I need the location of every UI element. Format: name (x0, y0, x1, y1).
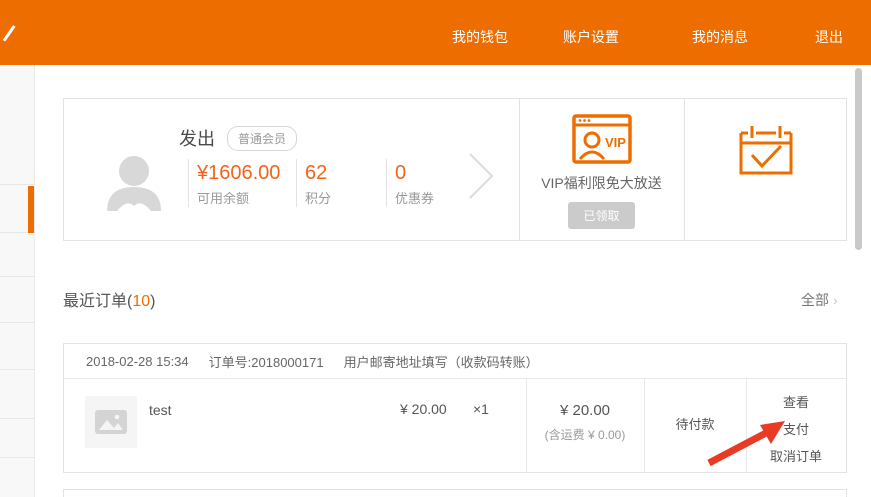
product-quantity: ×1 (473, 401, 489, 417)
recent-orders-title: 最近订单(10) (63, 287, 155, 311)
view-order-link[interactable]: 查看 (746, 392, 846, 411)
product-price: ¥ 20.00 (400, 401, 447, 417)
chevron-right-icon[interactable] (466, 151, 496, 206)
vip-caption: VIP福利限免大放送 (519, 173, 684, 193)
user-info-card: 发出 普通会员 ¥1606.00 可用余额 62 积分 0 优惠券 (63, 98, 847, 241)
view-all-orders-link[interactable]: 全部› (801, 290, 838, 310)
product-image-placeholder (85, 396, 137, 448)
sidebar-active-indicator (28, 186, 34, 233)
sidebar-item[interactable] (0, 370, 35, 419)
username: 发出 (179, 125, 215, 151)
vip-icon-text: VIP (605, 135, 626, 150)
sidebar (0, 65, 35, 497)
orders-count: 10 (132, 293, 150, 310)
stat-points[interactable]: 62 积分 (296, 159, 386, 207)
sidebar-item[interactable] (0, 65, 35, 185)
balance-label: 可用余额 (197, 188, 296, 207)
member-center-page: 我的钱包 账户设置 我的消息 退出 发出 普通会员 ¥1606.00 (0, 0, 871, 497)
nav-my-wallet[interactable]: 我的钱包 (452, 27, 508, 45)
order-header: 2018-02-28 15:34 订单号:2018000171 用户邮寄地址填写… (64, 344, 846, 379)
member-level-badge: 普通会员 (227, 126, 297, 151)
vip-browser-icon: VIP (519, 114, 684, 169)
calendar-check-icon[interactable] (684, 123, 848, 184)
stat-balance[interactable]: ¥1606.00 可用余额 (188, 159, 296, 207)
order-number: 订单号:2018000171 (209, 352, 324, 371)
chevron-right-icon: › (833, 292, 838, 308)
order-datetime: 2018-02-28 15:34 (86, 354, 189, 369)
order-card: 2018-02-28 15:34 订单号:2018000171 用户邮寄地址填写… (63, 343, 847, 473)
cancel-order-link[interactable]: 取消订单 (746, 446, 846, 465)
sidebar-item[interactable] (0, 419, 35, 458)
pay-order-link[interactable]: 支付 (746, 419, 846, 438)
scrollbar-thumb[interactable] (855, 68, 862, 250)
top-header: 我的钱包 账户设置 我的消息 退出 (0, 0, 871, 65)
image-icon (95, 410, 127, 434)
nav-my-messages[interactable]: 我的消息 (692, 27, 748, 45)
claimed-button[interactable]: 已领取 (568, 202, 634, 229)
points-label: 积分 (305, 188, 386, 207)
product-name[interactable]: test (149, 402, 172, 418)
signin-section (684, 99, 848, 240)
order-shipping-note: (含运费 ¥ 0.00) (526, 426, 644, 443)
vip-promo-section: VIP VIP福利限免大放送 已领取 (519, 99, 684, 240)
nav-logout[interactable]: 退出 (815, 27, 843, 45)
points-value: 62 (305, 161, 386, 185)
logo-fragment (0, 16, 16, 41)
order-total: ¥ 20.00 (526, 402, 644, 419)
balance-value: ¥1606.00 (197, 161, 287, 185)
nav-account-settings[interactable]: 账户设置 (563, 27, 619, 45)
avatar (101, 149, 167, 220)
sidebar-item[interactable] (0, 233, 35, 277)
order-status: 待付款 (644, 414, 746, 433)
next-order-card (63, 489, 847, 497)
sidebar-item[interactable] (0, 277, 35, 323)
sidebar-item[interactable] (0, 323, 35, 370)
order-note: 用户邮寄地址填写（收款码转账） (344, 352, 539, 371)
